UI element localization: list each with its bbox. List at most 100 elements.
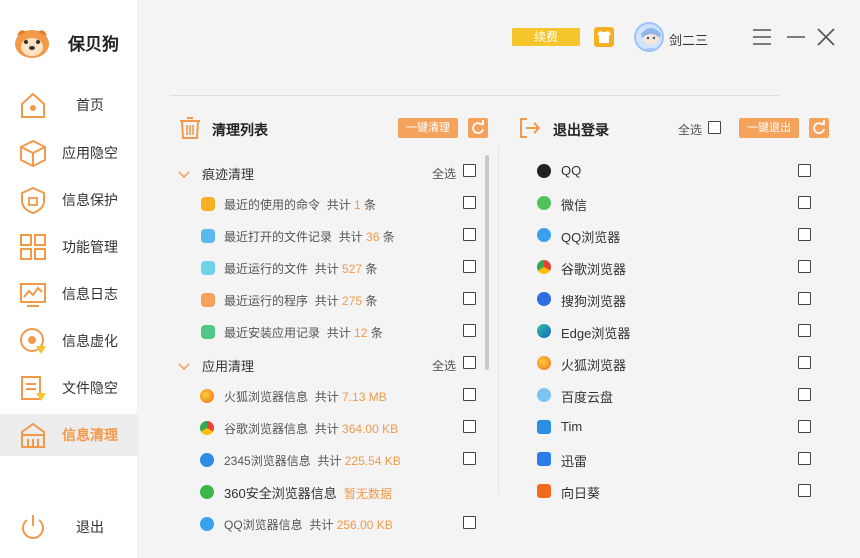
one-click-clean-button[interactable]: 一键清理 [398, 118, 458, 138]
row-checkbox[interactable] [798, 260, 811, 273]
select-all-checkbox[interactable] [708, 121, 721, 134]
row-checkbox[interactable] [463, 292, 476, 305]
wechat-icon [537, 196, 551, 210]
sidebar-item-exit[interactable]: 退出 [0, 506, 138, 548]
qq-browser-icon [200, 517, 214, 531]
sidebar-item-info-clean[interactable]: 信息清理 [0, 414, 138, 456]
username: 剑二三 [669, 33, 709, 48]
renew-button[interactable]: 续费 [512, 28, 580, 46]
list-item: QQ浏览器 [561, 230, 621, 245]
baidu-pan-icon [537, 388, 551, 402]
section-app-label: 应用清理 [202, 359, 255, 374]
grid-icon [18, 232, 48, 262]
dog-logo-icon [14, 24, 50, 60]
steering-icon [18, 326, 48, 356]
row-checkbox[interactable] [463, 516, 476, 529]
list-item: QQ浏览器信息 共计 256.00 KB [224, 518, 393, 532]
row-checkbox[interactable] [798, 228, 811, 241]
list-item: 最近运行的程序 共计 275 条 [224, 294, 378, 308]
cube-icon [18, 138, 48, 168]
select-all-label: 全选 [678, 123, 703, 137]
clean-panel-title: 清理列表 [212, 122, 268, 138]
row-checkbox[interactable] [463, 228, 476, 241]
select-all-checkbox[interactable] [463, 164, 476, 177]
list-item: 谷歌浏览器 [561, 262, 627, 277]
row-checkbox[interactable] [463, 324, 476, 337]
close-icon[interactable] [815, 26, 837, 48]
list-item: 微信 [561, 198, 588, 213]
sogou-browser-icon [537, 292, 551, 306]
row-checkbox[interactable] [798, 484, 811, 497]
refresh-icon[interactable] [468, 118, 488, 138]
list-item: 搜狗浏览器 [561, 294, 627, 309]
row-checkbox[interactable] [798, 164, 811, 177]
one-click-logout-button[interactable]: 一键退出 [739, 118, 799, 138]
chrome-icon [200, 421, 214, 435]
row-checkbox[interactable] [798, 196, 811, 209]
program-icon [201, 293, 215, 307]
list-item: 最近打开的文件记录 共计 36 条 [224, 230, 395, 244]
sidebar-item-feature-manage[interactable]: 功能管理 [0, 226, 138, 268]
list-item: 迅雷 [561, 454, 588, 469]
row-checkbox[interactable] [463, 420, 476, 433]
list-item: 最近的使用的命令 共计 1 条 [224, 198, 377, 212]
avatar[interactable] [634, 22, 664, 52]
section-trace-label: 痕迹清理 [202, 167, 255, 182]
minimize-icon[interactable] [785, 26, 807, 48]
row-checkbox[interactable] [798, 452, 811, 465]
sidebar: 保贝狗 首页 应用隐空 信息保护 功能管理 信息日志 信息虚化 文件隐空 信息清… [0, 0, 138, 558]
select-all-label: 全选 [432, 359, 457, 373]
edge-icon [537, 324, 551, 338]
logout-icon [518, 116, 542, 140]
list-item: 百度云盘 [561, 390, 614, 405]
sidebar-item-info-log[interactable]: 信息日志 [0, 273, 138, 315]
clean-house-icon [18, 420, 48, 450]
chrome-icon [537, 260, 551, 274]
divider [498, 145, 499, 495]
row-checkbox[interactable] [798, 388, 811, 401]
refresh-icon[interactable] [809, 118, 829, 138]
select-all-label: 全选 [432, 167, 457, 181]
sidebar-item-file-hide[interactable]: 文件隐空 [0, 367, 138, 409]
list-item: QQ [561, 163, 582, 178]
divider [170, 95, 780, 96]
list-item: 火狐浏览器信息 共计 7.13 MB [224, 390, 387, 404]
row-checkbox[interactable] [798, 356, 811, 369]
menu-icon[interactable] [751, 26, 773, 48]
list-item: 火狐浏览器 [561, 358, 627, 373]
logout-panel-title: 退出登录 [553, 122, 609, 138]
row-checkbox[interactable] [463, 196, 476, 209]
power-icon [18, 512, 48, 542]
row-checkbox[interactable] [463, 452, 476, 465]
chevron-down-icon[interactable] [178, 167, 190, 179]
row-checkbox[interactable] [463, 388, 476, 401]
firefox-icon [200, 389, 214, 403]
list-item: 最近运行的文件 共计 527 条 [224, 262, 378, 276]
row-checkbox[interactable] [798, 420, 811, 433]
file-icon [18, 373, 48, 403]
qq-icon [537, 164, 551, 178]
list-item: 2345浏览器信息 共计 225.54 KB [224, 454, 401, 468]
run-file-icon [201, 261, 215, 275]
list-item: 向日葵 [561, 486, 601, 501]
shield-icon [18, 185, 48, 215]
chevron-down-icon[interactable] [178, 359, 190, 371]
scrollbar[interactable] [485, 155, 489, 370]
list-item: 360安全浏览器信息 暂无数据 [224, 486, 392, 501]
install-icon [201, 325, 215, 339]
brand-name: 保贝狗 [68, 34, 119, 54]
sunflower-icon [537, 484, 551, 498]
skin-icon[interactable] [594, 27, 614, 47]
list-item: Edge浏览器 [561, 326, 631, 341]
xunlei-icon [537, 452, 551, 466]
row-checkbox[interactable] [798, 324, 811, 337]
row-checkbox[interactable] [798, 292, 811, 305]
firefox-icon [537, 356, 551, 370]
sidebar-item-home[interactable]: 首页 [0, 84, 138, 126]
brand: 保贝狗 [14, 24, 119, 60]
sidebar-item-app-hide[interactable]: 应用隐空 [0, 132, 138, 174]
sidebar-item-info-blur[interactable]: 信息虚化 [0, 320, 138, 362]
row-checkbox[interactable] [463, 260, 476, 273]
select-all-checkbox[interactable] [463, 356, 476, 369]
sidebar-item-info-protect[interactable]: 信息保护 [0, 179, 138, 221]
